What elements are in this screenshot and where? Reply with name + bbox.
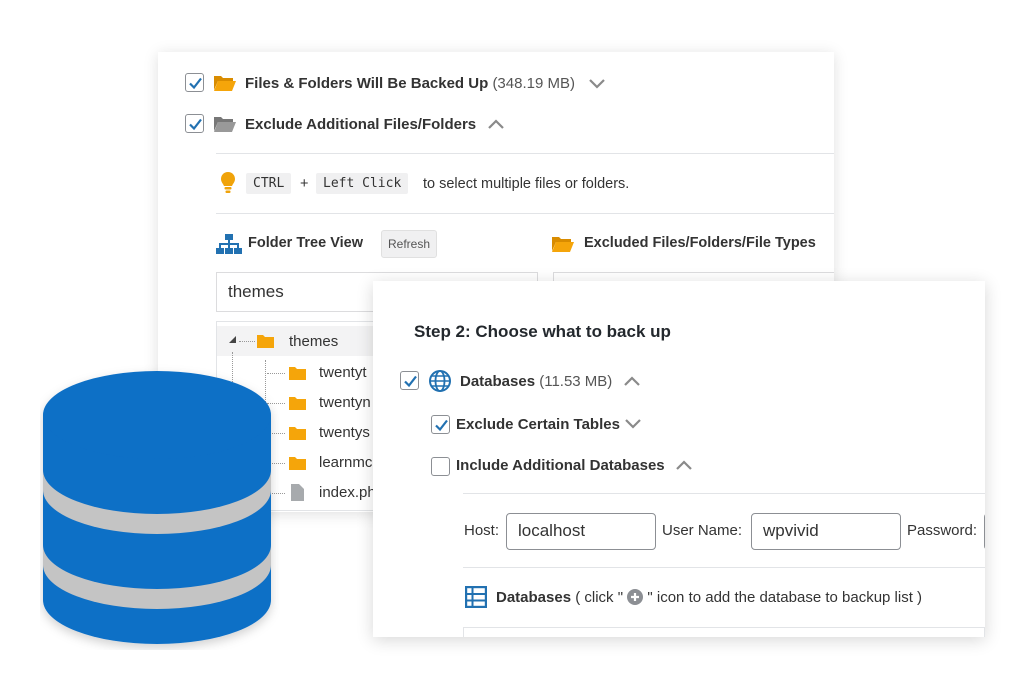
databases-size: (11.53 MB) — [539, 373, 613, 390]
db-list-box[interactable] — [463, 627, 985, 637]
user-name-input[interactable]: wpvivid — [751, 513, 901, 550]
exclude-tables-checkbox[interactable] — [431, 415, 450, 434]
table-icon — [465, 586, 487, 608]
sitemap-icon — [216, 234, 242, 254]
files-folders-title: Files & Folders Will Be Backed Up — [245, 75, 489, 92]
folder-open-icon — [552, 237, 574, 252]
divider — [463, 493, 985, 494]
divider — [216, 213, 834, 214]
lightbulb-icon — [221, 172, 235, 193]
password-input[interactable] — [984, 513, 985, 550]
globe-icon — [429, 370, 451, 392]
tree-node-label: learnmc — [319, 454, 373, 471]
folder-open-icon — [214, 117, 236, 132]
host-input[interactable]: localhost — [506, 513, 656, 550]
chevron-down-icon[interactable] — [588, 78, 606, 90]
db-list-title: Databases — [496, 589, 572, 606]
tree-node-label: index.ph — [319, 484, 376, 501]
step-title: Step 2: Choose what to back up — [414, 322, 671, 341]
exclude-tables-label: Exclude Certain Tables — [456, 416, 620, 433]
refresh-button[interactable]: Refresh — [381, 230, 437, 258]
user-name-label: User Name: — [662, 522, 743, 539]
chevron-up-icon[interactable] — [487, 118, 505, 130]
include-databases-label: Include Additional Databases — [456, 457, 665, 474]
excluded-files-title: Excluded Files/Folders/File Types — [584, 235, 816, 251]
db-list-hint-before: ( click " — [575, 589, 624, 606]
folder-icon — [289, 457, 306, 470]
tree-node-label: twentyt — [319, 364, 367, 381]
plus-sign: + — [300, 176, 309, 192]
exclude-files-label: Exclude Additional Files/Folders — [245, 116, 477, 133]
divider — [463, 567, 985, 568]
databases-label: Databases (11.53 MB) — [460, 373, 612, 390]
chevron-up-icon[interactable] — [623, 375, 641, 387]
left-click-key: Left Click — [316, 173, 409, 194]
ctrl-key: CTRL — [246, 173, 292, 194]
tree-node-label: twentys — [319, 424, 370, 441]
db-list-hint-after: " icon to add the database to backup lis… — [647, 589, 923, 606]
folder-icon — [289, 367, 306, 380]
files-folders-label: Files & Folders Will Be Backed Up (348.1… — [245, 75, 575, 92]
db-list-header: Databases ( click " " icon to add the da… — [496, 589, 922, 606]
folder-open-icon — [214, 76, 236, 91]
exclude-files-checkbox[interactable] — [185, 114, 204, 133]
database-backup-panel: Step 2: Choose what to back up Databases… — [373, 281, 985, 637]
tree-expand-arrow-icon[interactable] — [229, 336, 237, 344]
tree-node-label: twentyn — [319, 394, 371, 411]
divider — [216, 153, 834, 154]
chevron-down-icon[interactable] — [624, 418, 642, 430]
plus-circle-icon — [627, 589, 644, 605]
databases-checkbox[interactable] — [400, 371, 419, 390]
databases-title: Databases — [460, 373, 536, 390]
hint-text: to select multiple files or folders. — [423, 176, 630, 192]
host-label: Host: — [464, 522, 500, 539]
files-folders-checkbox[interactable] — [185, 73, 204, 92]
include-databases-checkbox[interactable] — [431, 457, 450, 476]
password-label: Password: — [907, 522, 978, 539]
tree-node-root[interactable]: themes — [289, 333, 338, 350]
database-icon — [43, 371, 271, 644]
files-folders-size: (348.19 MB) — [492, 75, 575, 92]
folder-tree-title: Folder Tree View — [248, 235, 363, 251]
chevron-up-icon[interactable] — [675, 459, 693, 471]
folder-icon — [257, 335, 274, 348]
file-icon — [291, 484, 304, 501]
folder-icon — [289, 427, 306, 440]
folder-icon — [289, 397, 306, 410]
